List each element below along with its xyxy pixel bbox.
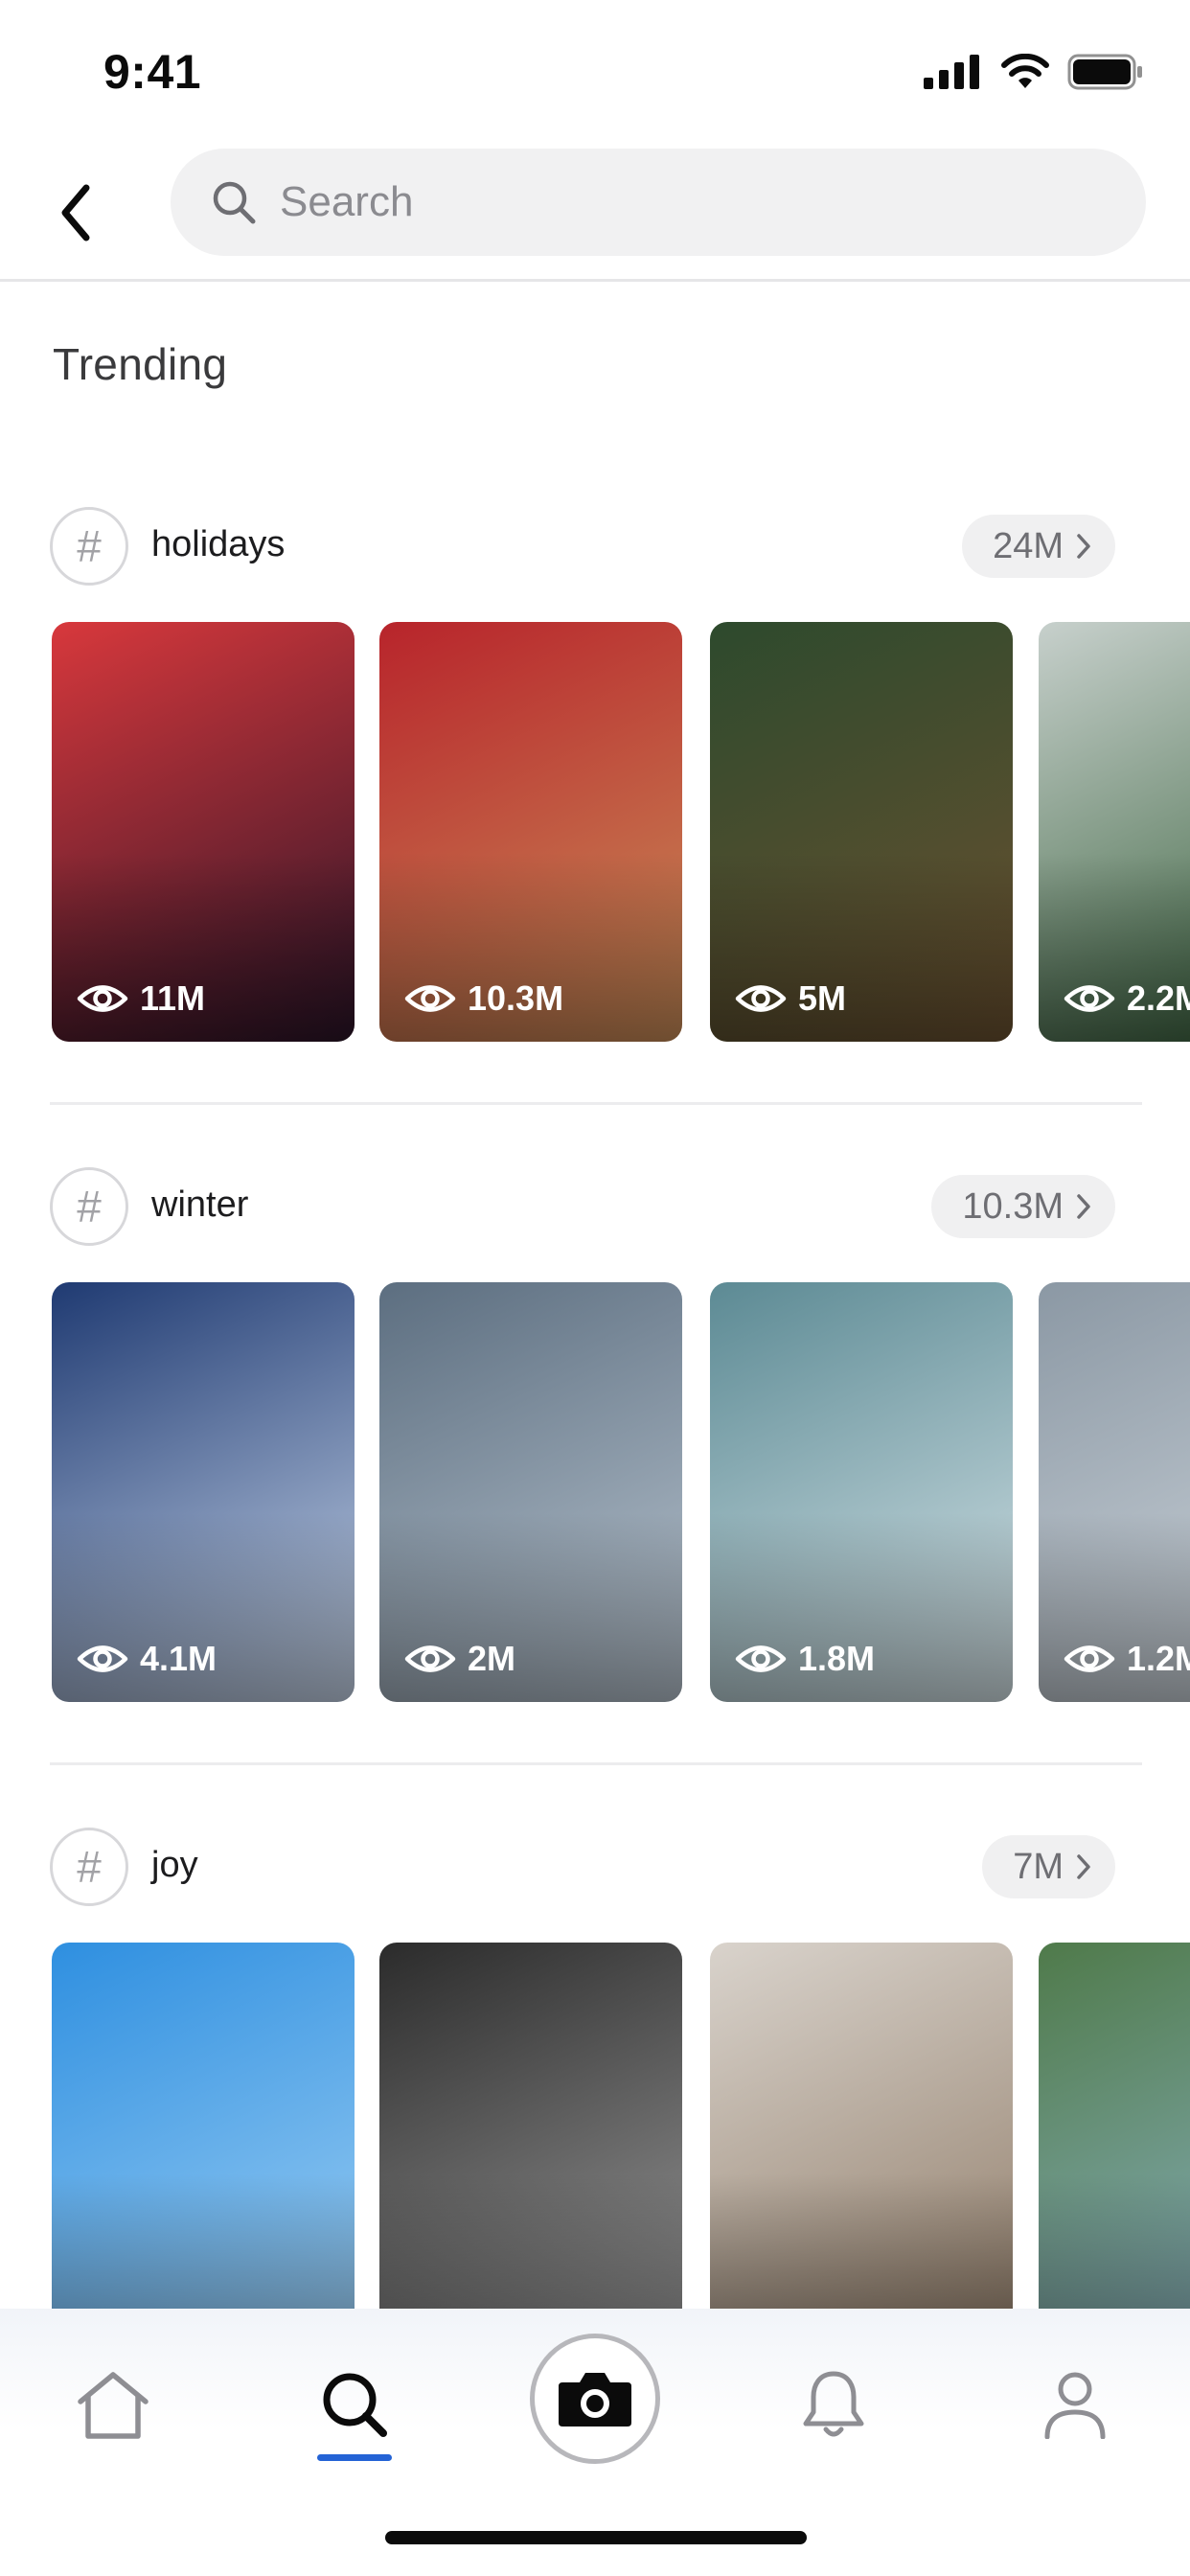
eye-icon (404, 1645, 456, 1672)
trending-section-winter: # winter 10.3M 4.1M 2M 1.8M 1.2M (0, 1102, 1190, 1742)
view-count: 1.2M (1064, 1639, 1190, 1679)
tab-notifications[interactable] (776, 2347, 891, 2462)
active-tab-indicator (317, 2454, 392, 2461)
video-thumbnail[interactable]: 4.1M (52, 1282, 355, 1702)
eye-icon (404, 985, 456, 1012)
video-thumbnail[interactable]: 11M (52, 622, 355, 1042)
view-count-label: 2M (468, 1639, 516, 1678)
eye-icon (1064, 985, 1115, 1012)
eye-icon (77, 1645, 128, 1672)
video-thumbnail[interactable] (52, 1943, 355, 2309)
thumbnail-shade (710, 2173, 1013, 2309)
view-count: 4.1M (77, 1639, 217, 1679)
thumbnail-row[interactable] (0, 1943, 1190, 2309)
view-count: 11M (77, 978, 205, 1019)
eye-icon (735, 1645, 787, 1672)
status-bar: 9:41 (0, 0, 1190, 144)
hashtag-name[interactable]: joy (151, 1845, 198, 1886)
battery-icon (1067, 54, 1142, 90)
hashtag-name[interactable]: winter (151, 1184, 248, 1226)
video-thumbnail[interactable] (379, 1943, 682, 2309)
hashtag-count-button[interactable]: 10.3M (931, 1175, 1115, 1238)
app-root: 9:41 Search Trending # holidays 24M 11M … (0, 0, 1190, 2576)
camera-button[interactable] (530, 2334, 660, 2464)
cellular-signal-icon (924, 55, 979, 89)
thumbnail-row[interactable]: 4.1M 2M 1.8M 1.2M (0, 1282, 1190, 1702)
hashtag-count: 7M (1013, 1846, 1064, 1887)
view-count: 5M (735, 978, 846, 1019)
hashtag-name[interactable]: holidays (151, 524, 285, 565)
trending-title: Trending (53, 339, 228, 389)
eye-icon (77, 985, 128, 1012)
view-count-label: 4.1M (140, 1639, 217, 1678)
bell-icon (803, 2371, 864, 2437)
video-thumbnail[interactable]: 2.2M (1039, 622, 1190, 1042)
chevron-left-icon (61, 184, 90, 242)
chevron-right-icon (1077, 1854, 1090, 1879)
view-count: 2M (404, 1639, 515, 1679)
tab-search[interactable] (297, 2347, 412, 2462)
video-thumbnail[interactable]: 5M (710, 622, 1013, 1042)
hashtag-count-button[interactable]: 24M (962, 515, 1115, 578)
section-divider (50, 1102, 1142, 1105)
video-thumbnail[interactable]: 2M (379, 1282, 682, 1702)
video-thumbnail[interactable]: 1.8M (710, 1282, 1013, 1702)
trending-content[interactable]: Trending # holidays 24M 11M 10.3M 5M 2.2M # wint… (0, 285, 1190, 2309)
view-count-label: 11M (140, 978, 206, 1018)
hashtag-count-button[interactable]: 7M (982, 1835, 1115, 1898)
video-thumbnail[interactable]: 10.3M (379, 622, 682, 1042)
view-count: 1.8M (735, 1639, 875, 1679)
home-icon (78, 2372, 149, 2439)
header (0, 144, 1190, 282)
status-time: 9:41 (103, 45, 202, 99)
eye-icon (735, 985, 787, 1012)
view-count: 2.2M (1064, 978, 1190, 1019)
hashtag-icon: # (50, 1828, 128, 1906)
thumbnail-shade (379, 2173, 682, 2309)
search-input[interactable] (280, 178, 1046, 226)
home-indicator (385, 2531, 807, 2544)
trending-section-joy: # joy 7M (0, 1762, 1190, 2309)
tab-profile[interactable] (1018, 2347, 1133, 2462)
back-button[interactable] (46, 174, 107, 251)
trending-section-holidays: # holidays 24M 11M 10.3M 5M 2.2M (0, 507, 1190, 1082)
chevron-right-icon (1077, 1194, 1090, 1219)
video-thumbnail[interactable] (710, 1943, 1013, 2309)
view-count-label: 1.8M (798, 1639, 876, 1678)
hashtag-icon: # (50, 507, 128, 586)
thumbnail-shade (1039, 2173, 1190, 2309)
search-icon (323, 2373, 387, 2437)
video-thumbnail[interactable]: 1.2M (1039, 1282, 1190, 1702)
search-icon (213, 181, 256, 224)
profile-icon (1044, 2372, 1106, 2439)
thumbnail-shade (52, 2173, 355, 2309)
view-count-label: 10.3M (468, 978, 564, 1018)
hashtag-count: 10.3M (962, 1185, 1064, 1227)
status-icons (924, 54, 1144, 90)
hashtag-count: 24M (993, 525, 1064, 566)
video-thumbnail[interactable] (1039, 1943, 1190, 2309)
chevron-right-icon (1077, 534, 1090, 559)
thumbnail-row[interactable]: 11M 10.3M 5M 2.2M (0, 622, 1190, 1042)
view-count: 10.3M (404, 978, 563, 1019)
view-count-label: 5M (798, 978, 847, 1018)
wifi-icon (1001, 54, 1049, 88)
eye-icon (1064, 1645, 1115, 1672)
view-count-label: 2.2M (1127, 978, 1190, 1018)
view-count-label: 1.2M (1127, 1639, 1190, 1678)
hashtag-icon: # (50, 1167, 128, 1246)
section-divider (50, 1762, 1142, 1765)
search-bar[interactable] (171, 149, 1146, 256)
tab-bar (0, 2309, 1190, 2576)
camera-icon (559, 2373, 631, 2426)
tab-home[interactable] (56, 2347, 171, 2462)
